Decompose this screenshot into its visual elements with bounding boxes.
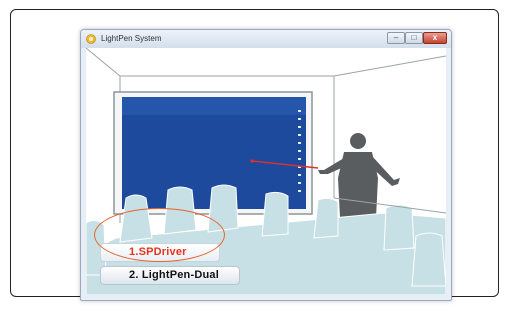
close-icon: x — [432, 33, 438, 42]
minimize-icon: – — [393, 33, 399, 42]
maximize-icon: □ — [411, 33, 417, 42]
title-bar[interactable]: LightPen System – □ x — [81, 30, 451, 48]
lightpen-dual-button[interactable]: 2. LightPen-Dual — [100, 266, 240, 285]
window-title: LightPen System — [101, 34, 162, 43]
annotation-circle — [94, 208, 225, 262]
maximize-button[interactable]: □ — [405, 32, 423, 44]
minimize-button[interactable]: – — [387, 32, 405, 44]
close-button[interactable]: x — [423, 32, 447, 44]
app-icon — [86, 34, 96, 44]
